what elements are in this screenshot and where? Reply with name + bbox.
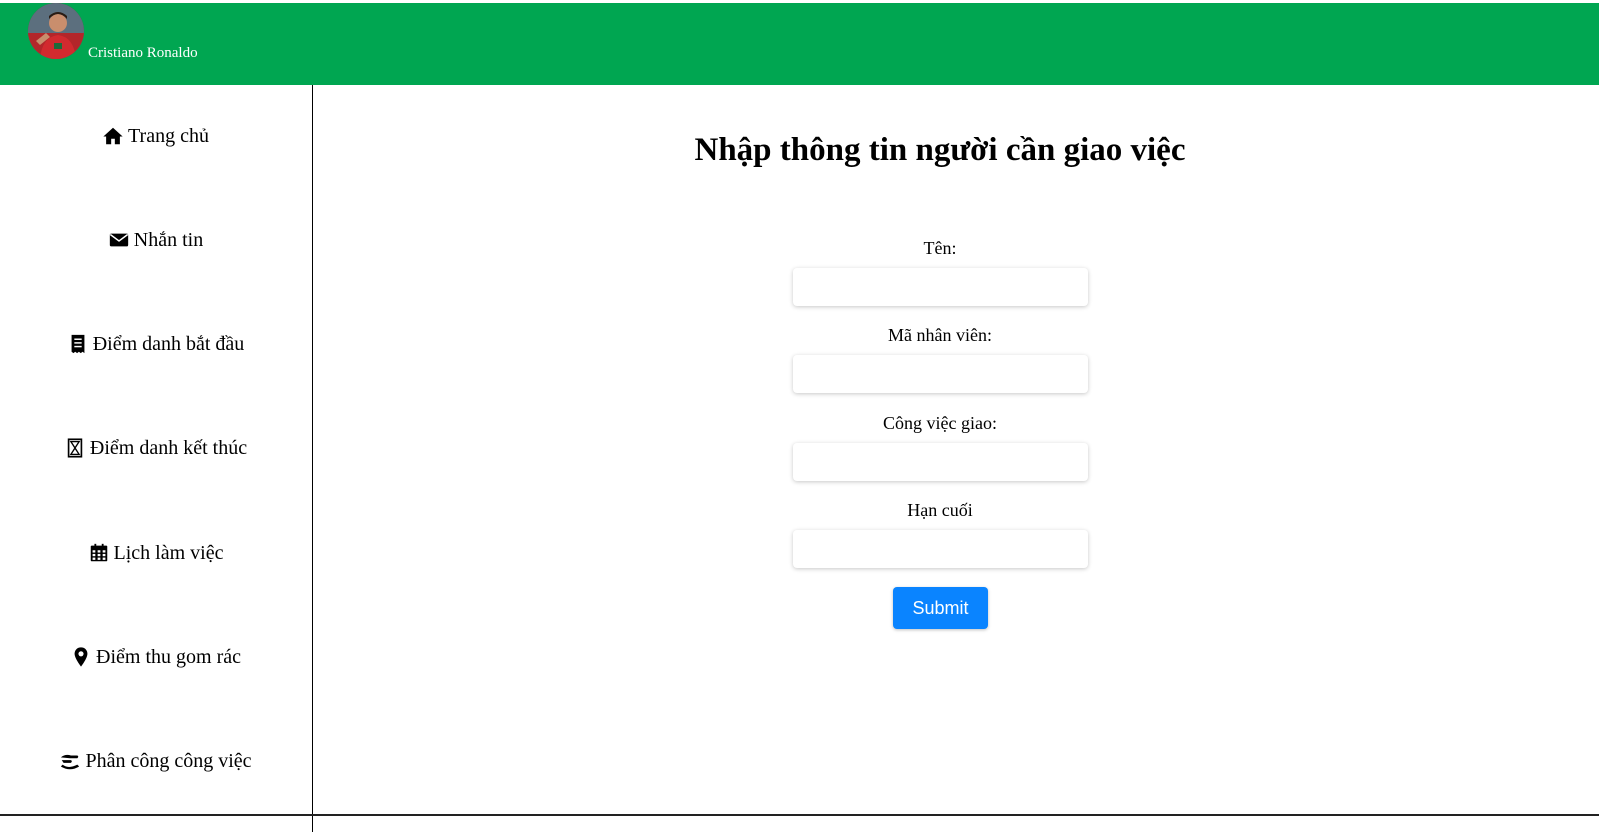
sidebar-item-label: Điểm danh bắt đầu <box>92 332 245 355</box>
sidebar-item-checkin-end[interactable]: Điểm danh kết thúc <box>0 428 311 468</box>
hourglass-icon <box>64 437 86 459</box>
sidebar-item-label: Nhắn tin <box>133 228 204 251</box>
sidebar: Trang chủ Nhắn tin Điểm danh bắt đầu Điể… <box>0 85 313 832</box>
name-label: Tên: <box>923 238 957 258</box>
sidebar-item-home[interactable]: Trang chủ <box>0 116 311 156</box>
sidebar-item-label: Điểm thu gom rác <box>96 645 241 668</box>
sidebar-item-label: Trang chủ <box>128 124 209 147</box>
sidebar-item-label: Điểm danh kết thúc <box>89 436 248 459</box>
sidebar-item-assign-work[interactable]: Phân công công việc <box>0 741 311 781</box>
deadline-label: Hạn cuối <box>907 500 973 520</box>
avatar[interactable] <box>28 3 84 59</box>
employee-id-input[interactable] <box>793 355 1088 393</box>
sidebar-item-label: Lịch làm việc <box>113 541 224 564</box>
bottom-divider <box>0 814 1599 816</box>
location-pin-icon <box>70 646 92 668</box>
username-label: Cristiano Ronaldo <box>88 45 198 61</box>
deadline-input[interactable] <box>793 530 1088 568</box>
avatar-image <box>28 3 84 59</box>
employee-id-label: Mã nhân viên: <box>888 325 992 345</box>
name-input[interactable] <box>793 268 1088 306</box>
home-icon <box>102 125 124 147</box>
sidebar-item-garbage-points[interactable]: Điểm thu gom rác <box>0 637 311 677</box>
top-header-bar: Cristiano Ronaldo <box>0 3 1599 85</box>
sidebar-item-checkin-start[interactable]: Điểm danh bắt đầu <box>0 324 311 364</box>
sidebar-item-messages[interactable]: Nhắn tin <box>0 220 311 260</box>
task-label: Công việc giao: <box>883 413 997 433</box>
receipt-icon <box>67 333 89 355</box>
page-title: Nhập thông tin người cần giao việc <box>694 132 1186 168</box>
handshake-icon <box>59 750 81 772</box>
sidebar-item-schedule[interactable]: Lịch làm việc <box>0 533 311 573</box>
submit-button[interactable]: Submit <box>893 587 988 629</box>
sidebar-item-label: Phân công công việc <box>85 749 252 772</box>
task-input[interactable] <box>793 443 1088 481</box>
envelope-icon <box>108 229 130 251</box>
calendar-icon <box>88 542 110 564</box>
